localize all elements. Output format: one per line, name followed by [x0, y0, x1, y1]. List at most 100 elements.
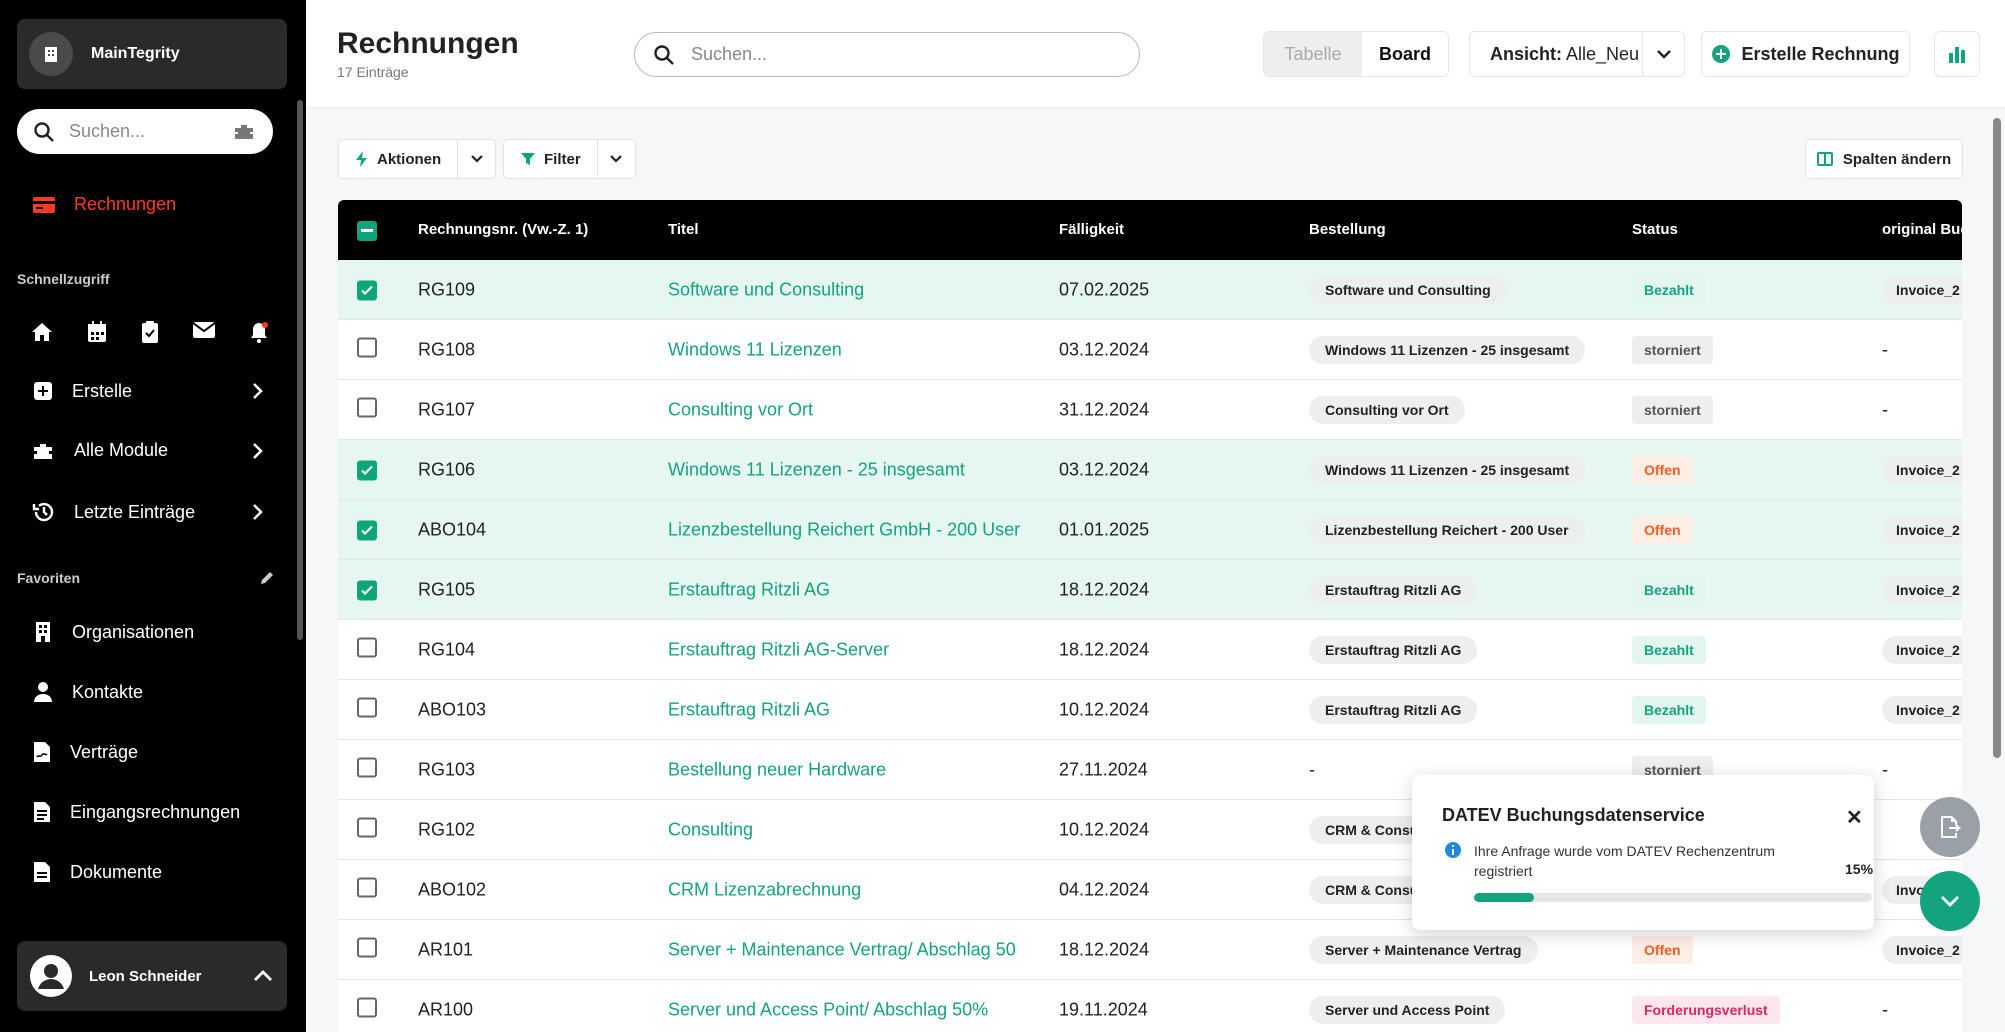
- original-document-pill[interactable]: Invoice_2: [1882, 695, 1962, 724]
- clipboard-icon[interactable]: [140, 320, 160, 344]
- row-checkbox[interactable]: [357, 397, 377, 422]
- sidebar-search-input[interactable]: Suchen...: [17, 109, 273, 154]
- search-input[interactable]: Suchen...: [634, 32, 1140, 77]
- invoice-title-link[interactable]: Erstauftrag Ritzli AG: [668, 579, 830, 600]
- table-row[interactable]: ABO104 Lizenzbestellung Reichert GmbH - 2…: [338, 500, 1962, 560]
- row-checkbox[interactable]: [357, 757, 377, 782]
- expand-button[interactable]: [1920, 871, 1980, 931]
- page-scrollbar[interactable]: [1993, 118, 2001, 758]
- invoice-title-link[interactable]: Lizenzbestellung Reichert GmbH - 200 Use…: [668, 519, 1020, 540]
- invoice-title-link[interactable]: Software und Consulting: [668, 279, 864, 300]
- export-button[interactable]: [1920, 797, 1980, 857]
- row-checkbox[interactable]: [357, 637, 377, 662]
- column-header-nr[interactable]: Rechnungsnr. (Vw.-Z. 1): [418, 221, 588, 238]
- puzzle-icon[interactable]: [233, 123, 257, 141]
- sidebar-item-eingangsrechnungen[interactable]: Eingangsrechnungen: [32, 800, 264, 824]
- create-invoice-button[interactable]: Erstelle Rechnung: [1701, 31, 1910, 77]
- sidebar-item-erstelle[interactable]: Erstelle: [32, 380, 264, 402]
- mail-icon[interactable]: [192, 320, 216, 340]
- order-pill[interactable]: Erstauftrag Ritzli AG: [1309, 635, 1478, 664]
- order-pill[interactable]: Lizenzbestellung Reichert - 200 User: [1309, 515, 1585, 544]
- order-pill[interactable]: Consulting vor Ort: [1309, 395, 1465, 424]
- change-columns-button[interactable]: Spalten ändern: [1805, 139, 1963, 179]
- chevron-down-icon[interactable]: [457, 140, 495, 178]
- original-document-pill[interactable]: Invoice_2: [1882, 635, 1962, 664]
- view-select[interactable]: Ansicht: Alle_Neu: [1469, 31, 1685, 77]
- table-row[interactable]: AR100 Server und Access Point/ Abschlag 5…: [338, 980, 1962, 1032]
- sidebar-item-letzte-eintraege[interactable]: Letzte Einträge: [32, 500, 264, 524]
- invoice-title-link[interactable]: Consulting vor Ort: [668, 399, 813, 420]
- user-menu[interactable]: Leon Schneider: [17, 941, 287, 1011]
- tab-board[interactable]: Board: [1362, 32, 1448, 76]
- sidebar-item-rechnungen[interactable]: Rechnungen: [32, 194, 176, 215]
- original-document-pill[interactable]: Invoice_2: [1882, 515, 1962, 544]
- table-row[interactable]: RG107 Consulting vor Ort 31.12.2024 Consult…: [338, 380, 1962, 440]
- row-checkbox[interactable]: [357, 817, 377, 842]
- home-icon[interactable]: [30, 320, 54, 344]
- original-document-pill[interactable]: Invoice_2: [1882, 935, 1962, 964]
- table-row[interactable]: RG104 Erstauftrag Ritzli AG-Server 18.12.2…: [338, 620, 1962, 680]
- invoice-title-link[interactable]: Consulting: [668, 819, 753, 840]
- original-document-pill[interactable]: Invoice_2: [1882, 455, 1962, 484]
- org-switcher[interactable]: MainTegrity: [17, 19, 287, 89]
- invoice-title-link[interactable]: Erstauftrag Ritzli AG: [668, 699, 830, 720]
- invoice-title-link[interactable]: Bestellung neuer Hardware: [668, 759, 886, 780]
- chevron-down-icon[interactable]: [1642, 32, 1684, 76]
- column-header-title[interactable]: Titel: [668, 221, 699, 238]
- order-pill[interactable]: Server + Maintenance Vertrag: [1309, 935, 1538, 964]
- row-checkbox[interactable]: [357, 937, 377, 962]
- original-document-pill[interactable]: Invoice_2: [1882, 275, 1962, 304]
- pencil-icon[interactable]: [259, 570, 275, 586]
- filter-button[interactable]: Filter: [504, 140, 597, 178]
- invoice-title-link[interactable]: CRM Lizenzabrechnung: [668, 879, 861, 900]
- order-pill[interactable]: Erstauftrag Ritzli AG: [1309, 695, 1478, 724]
- row-checkbox[interactable]: [357, 997, 377, 1022]
- invoice-title-link[interactable]: Windows 11 Lizenzen - 25 insgesamt: [668, 459, 965, 480]
- column-header-original[interactable]: original Buc: [1882, 221, 1962, 238]
- order-pill[interactable]: Windows 11 Lizenzen - 25 insgesamt: [1309, 335, 1586, 364]
- column-header-order[interactable]: Bestellung: [1309, 221, 1386, 238]
- invoice-title-link[interactable]: Server + Maintenance Vertrag/ Abschlag 5…: [668, 939, 1016, 960]
- sidebar-scrollbar[interactable]: [297, 100, 303, 640]
- table-row[interactable]: RG105 Erstauftrag Ritzli AG 18.12.2024 Erst…: [338, 560, 1962, 620]
- invoice-title-link[interactable]: Erstauftrag Ritzli AG-Server: [668, 639, 889, 660]
- actions-button[interactable]: Aktionen: [339, 140, 457, 178]
- invoice-title-link[interactable]: Server und Access Point/ Abschlag 50%: [668, 999, 988, 1020]
- row-checkbox[interactable]: [357, 877, 377, 902]
- row-checkbox[interactable]: [357, 459, 377, 480]
- sidebar-item-organisationen[interactable]: Organisationen: [32, 620, 264, 644]
- row-checkbox[interactable]: [357, 337, 377, 362]
- sidebar-item-kontakte[interactable]: Kontakte: [32, 680, 264, 704]
- table-row[interactable]: RG106 Windows 11 Lizenzen - 25 insgesamt 0…: [338, 440, 1962, 500]
- statistics-button[interactable]: [1934, 31, 1980, 77]
- close-icon[interactable]: ✕: [1846, 805, 1863, 830]
- sidebar-item-label: Eingangsrechnungen: [70, 801, 241, 822]
- tab-tabelle[interactable]: Tabelle: [1264, 32, 1362, 76]
- actions-dropdown[interactable]: Aktionen: [338, 139, 497, 179]
- order-pill[interactable]: Server und Access Point: [1309, 995, 1506, 1024]
- order-pill[interactable]: Erstauftrag Ritzli AG: [1309, 575, 1478, 604]
- row-checkbox[interactable]: [357, 279, 377, 300]
- sidebar-item-vertraege[interactable]: Verträge: [32, 740, 264, 764]
- sidebar-item-alle-module[interactable]: Alle Module: [32, 440, 264, 461]
- table-row[interactable]: RG108 Windows 11 Lizenzen 03.12.2024 Window…: [338, 320, 1962, 380]
- chevron-down-icon[interactable]: [596, 140, 635, 178]
- invoice-title-link[interactable]: Windows 11 Lizenzen: [668, 339, 842, 360]
- select-all-checkbox[interactable]: [357, 220, 377, 241]
- table-row[interactable]: ABO103 Erstauftrag Ritzli AG 10.12.2024 Ers…: [338, 680, 1962, 740]
- calendar-icon[interactable]: [86, 320, 108, 344]
- row-checkbox[interactable]: [357, 519, 377, 540]
- original-document-pill[interactable]: Invoice_2: [1882, 575, 1962, 604]
- filter-dropdown[interactable]: Filter: [503, 139, 636, 179]
- table-row[interactable]: RG109 Software und Consulting 07.02.2025 So…: [338, 260, 1962, 320]
- column-header-status[interactable]: Status: [1632, 221, 1678, 238]
- row-checkbox[interactable]: [357, 697, 377, 722]
- chevron-up-icon[interactable]: [253, 969, 273, 983]
- row-checkbox[interactable]: [357, 579, 377, 600]
- sidebar-item-dokumente[interactable]: Dokumente: [32, 860, 264, 884]
- column-header-due[interactable]: Fälligkeit: [1059, 221, 1124, 238]
- bell-icon[interactable]: [248, 320, 270, 344]
- order-pill[interactable]: Software und Consulting: [1309, 275, 1507, 304]
- sidebar-item-label: Kontakte: [72, 681, 144, 702]
- order-pill[interactable]: Windows 11 Lizenzen - 25 insgesamt: [1309, 455, 1586, 484]
